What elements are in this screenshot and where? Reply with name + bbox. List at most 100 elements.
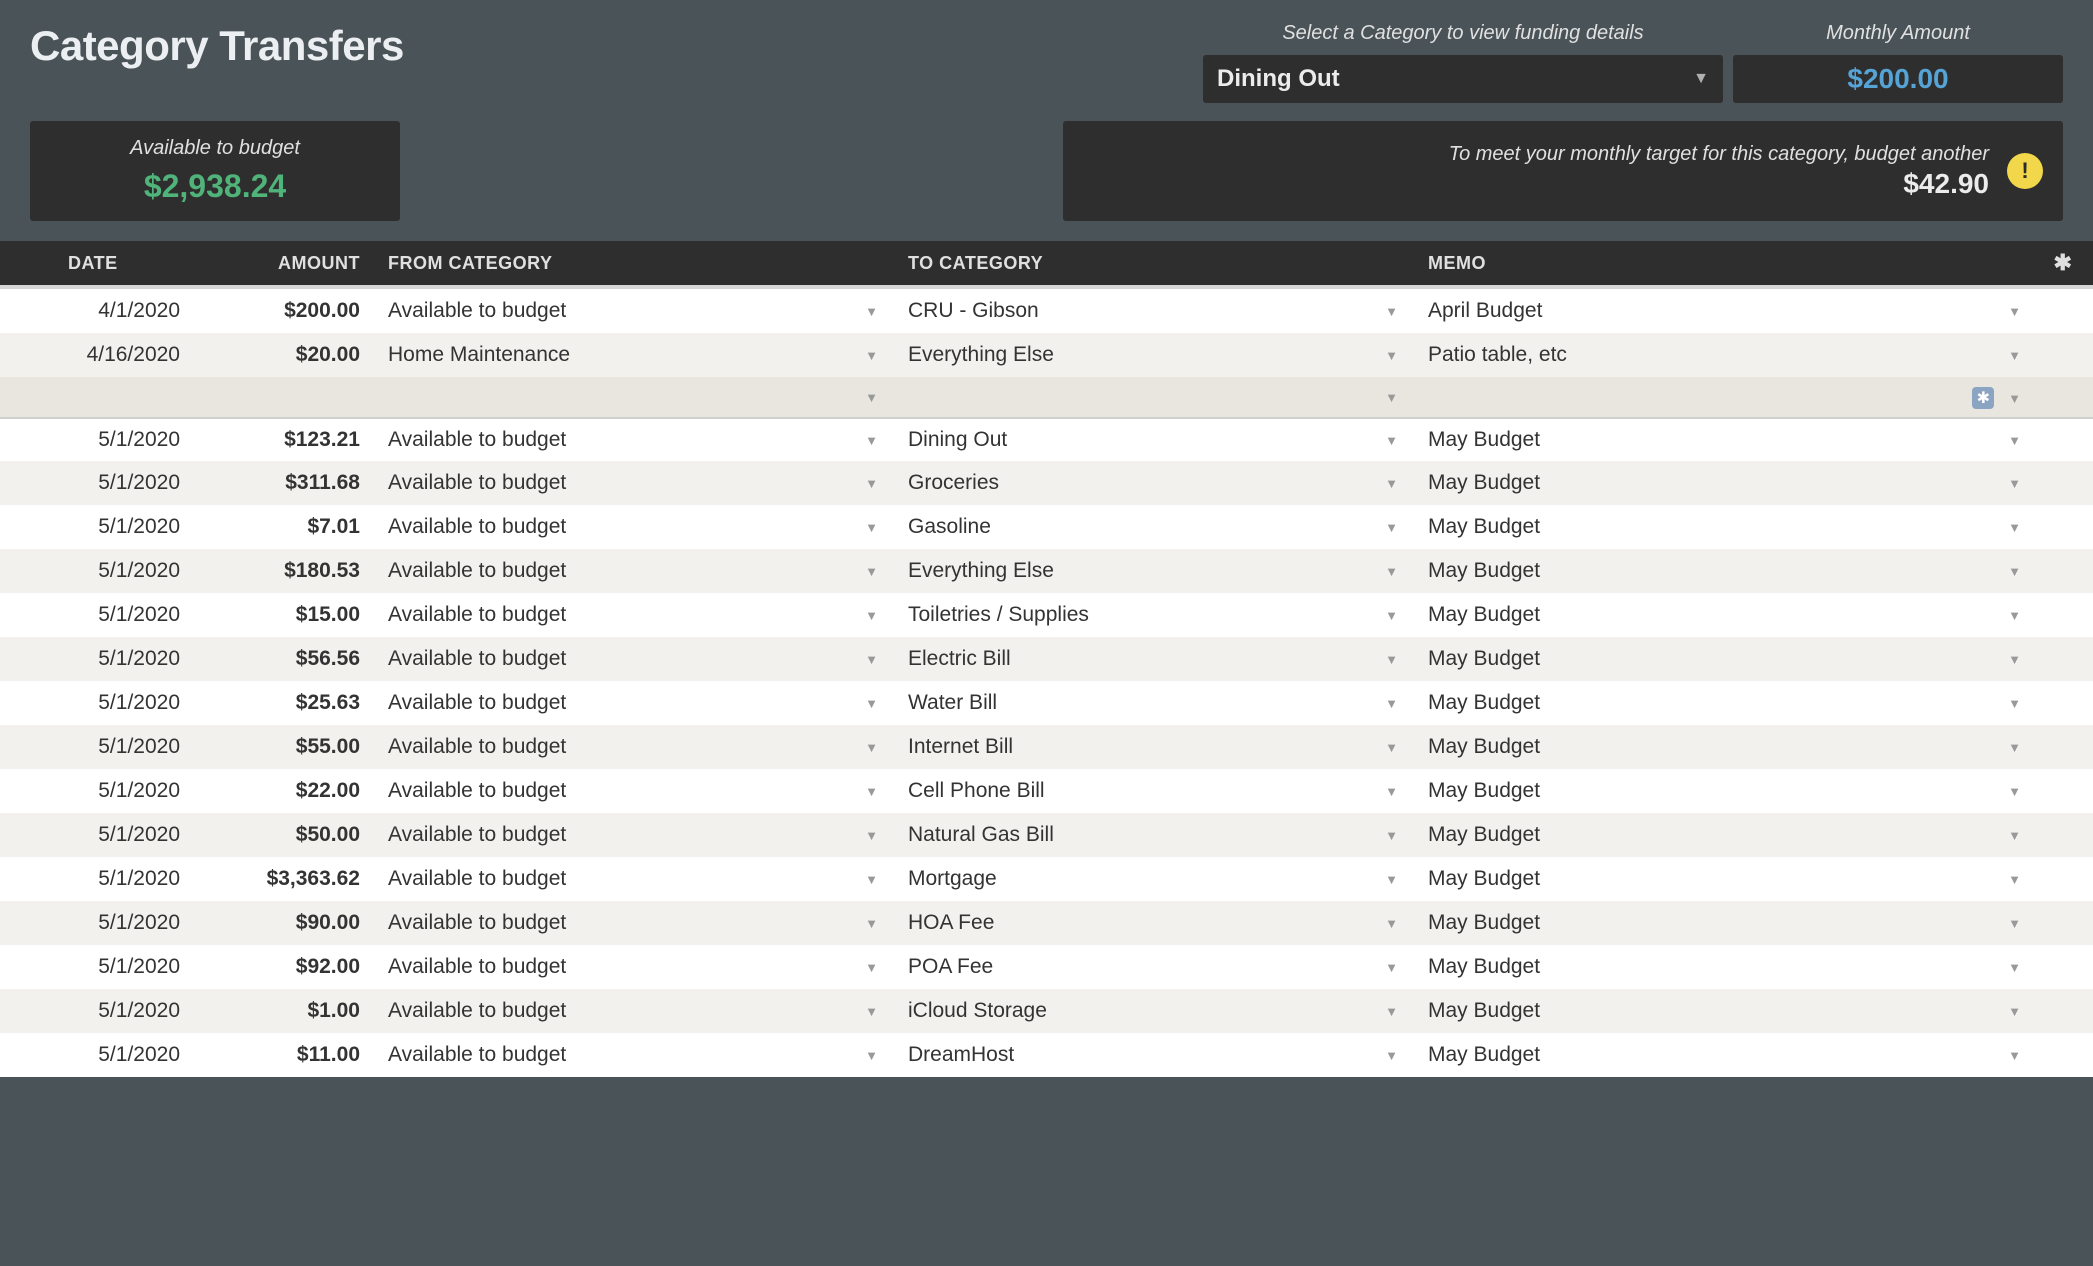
cell-date[interactable]: 5/1/2020 <box>0 603 190 627</box>
column-header-from[interactable]: FROM CATEGORY <box>370 253 890 274</box>
cell-to-dropdown[interactable]: Everything Else▼ <box>890 343 1410 367</box>
cell-memo-dropdown[interactable]: Patio table, etc▼ <box>1410 343 2033 367</box>
cell-to-dropdown[interactable]: HOA Fee▼ <box>890 911 1410 935</box>
cell-memo-dropdown[interactable]: May Budget▼ <box>1410 955 2033 979</box>
cell-date[interactable]: 5/1/2020 <box>0 867 190 891</box>
cell-to-dropdown[interactable]: DreamHost▼ <box>890 1043 1410 1067</box>
cell-date[interactable]: 5/1/2020 <box>0 779 190 803</box>
table-row[interactable]: 5/1/2020$25.63Available to budget▼Water … <box>0 681 2093 725</box>
cell-amount[interactable]: $1.00 <box>190 999 370 1023</box>
cell-from-dropdown[interactable]: Available to budget▼ <box>370 779 890 803</box>
category-select[interactable]: Dining Out ▼ <box>1203 55 1723 103</box>
cell-from-dropdown[interactable]: ▼ <box>370 390 890 405</box>
cell-to-dropdown[interactable]: Gasoline▼ <box>890 515 1410 539</box>
cell-to-dropdown[interactable]: Groceries▼ <box>890 471 1410 495</box>
cell-amount[interactable]: $90.00 <box>190 911 370 935</box>
column-header-amount[interactable]: AMOUNT <box>190 253 370 274</box>
cell-amount[interactable]: $3,363.62 <box>190 867 370 891</box>
cell-amount[interactable]: $92.00 <box>190 955 370 979</box>
cell-to-dropdown[interactable]: Toiletries / Supplies▼ <box>890 603 1410 627</box>
cell-date[interactable]: 4/16/2020 <box>0 343 190 367</box>
cell-date[interactable]: 5/1/2020 <box>0 1043 190 1067</box>
cell-memo-dropdown[interactable]: May Budget▼ <box>1410 603 2033 627</box>
table-row[interactable]: 5/1/2020$311.68Available to budget▼Groce… <box>0 461 2093 505</box>
cell-memo-dropdown[interactable]: May Budget▼ <box>1410 779 2033 803</box>
column-header-to[interactable]: TO CATEGORY <box>890 253 1410 274</box>
cell-amount[interactable]: $123.21 <box>190 428 370 452</box>
cell-memo-dropdown[interactable]: May Budget▼ <box>1410 691 2033 715</box>
cell-from-dropdown[interactable]: Available to budget▼ <box>370 647 890 671</box>
table-row[interactable]: 4/1/2020$200.00Available to budget▼CRU -… <box>0 289 2093 333</box>
cell-from-dropdown[interactable]: Available to budget▼ <box>370 867 890 891</box>
cell-amount[interactable]: $25.63 <box>190 691 370 715</box>
cell-to-dropdown[interactable]: Mortgage▼ <box>890 867 1410 891</box>
cell-date[interactable]: 4/1/2020 <box>0 299 190 323</box>
table-row[interactable]: 4/16/2020$20.00Home Maintenance▼Everythi… <box>0 333 2093 377</box>
cell-to-dropdown[interactable]: Dining Out▼ <box>890 428 1410 452</box>
cell-amount[interactable]: $311.68 <box>190 471 370 495</box>
cell-amount[interactable]: $11.00 <box>190 1043 370 1067</box>
table-row[interactable]: 5/1/2020$7.01Available to budget▼Gasolin… <box>0 505 2093 549</box>
cell-memo-dropdown[interactable]: May Budget▼ <box>1410 515 2033 539</box>
cell-amount[interactable]: $200.00 <box>190 299 370 323</box>
cell-memo-dropdown[interactable]: April Budget▼ <box>1410 299 2033 323</box>
cell-date[interactable]: 5/1/2020 <box>0 823 190 847</box>
table-row[interactable]: 5/1/2020$50.00Available to budget▼Natura… <box>0 813 2093 857</box>
cell-to-dropdown[interactable]: Water Bill▼ <box>890 691 1410 715</box>
cell-date[interactable]: 5/1/2020 <box>0 955 190 979</box>
cell-from-dropdown[interactable]: Available to budget▼ <box>370 559 890 583</box>
column-header-star[interactable]: ✱ <box>2033 250 2093 276</box>
table-row[interactable]: 5/1/2020$15.00Available to budget▼Toilet… <box>0 593 2093 637</box>
table-row[interactable]: 5/1/2020$92.00Available to budget▼POA Fe… <box>0 945 2093 989</box>
cell-date[interactable]: 5/1/2020 <box>0 691 190 715</box>
table-row[interactable]: 5/1/2020$56.56Available to budget▼Electr… <box>0 637 2093 681</box>
cell-from-dropdown[interactable]: Available to budget▼ <box>370 471 890 495</box>
cell-from-dropdown[interactable]: Available to budget▼ <box>370 299 890 323</box>
cell-to-dropdown[interactable]: Internet Bill▼ <box>890 735 1410 759</box>
cell-to-dropdown[interactable]: Natural Gas Bill▼ <box>890 823 1410 847</box>
cell-memo-dropdown[interactable]: May Budget▼ <box>1410 647 2033 671</box>
cell-from-dropdown[interactable]: Available to budget▼ <box>370 603 890 627</box>
cell-to-dropdown[interactable]: iCloud Storage▼ <box>890 999 1410 1023</box>
cell-date[interactable]: 5/1/2020 <box>0 999 190 1023</box>
cell-memo-dropdown[interactable]: May Budget▼ <box>1410 999 2033 1023</box>
cell-date[interactable]: 5/1/2020 <box>0 647 190 671</box>
table-row[interactable]: 5/1/2020$3,363.62Available to budget▼Mor… <box>0 857 2093 901</box>
cell-memo-dropdown[interactable]: May Budget▼ <box>1410 735 2033 759</box>
cell-amount[interactable]: $7.01 <box>190 515 370 539</box>
table-row[interactable]: 5/1/2020$123.21Available to budget▼Dinin… <box>0 417 2093 461</box>
table-row[interactable]: 5/1/2020$90.00Available to budget▼HOA Fe… <box>0 901 2093 945</box>
cell-date[interactable]: 5/1/2020 <box>0 515 190 539</box>
cell-to-dropdown[interactable]: Everything Else▼ <box>890 559 1410 583</box>
star-badge-icon[interactable]: ✱ <box>1972 387 1994 409</box>
cell-to-dropdown[interactable]: Cell Phone Bill▼ <box>890 779 1410 803</box>
cell-memo[interactable]: ✱ ▼ <box>1410 385 2033 409</box>
cell-date[interactable]: 5/1/2020 <box>0 911 190 935</box>
table-row[interactable]: 5/1/2020$1.00Available to budget▼iCloud … <box>0 989 2093 1033</box>
cell-from-dropdown[interactable]: Available to budget▼ <box>370 999 890 1023</box>
cell-memo-dropdown[interactable]: May Budget▼ <box>1410 428 2033 452</box>
cell-amount[interactable]: $180.53 <box>190 559 370 583</box>
cell-to-dropdown[interactable]: POA Fee▼ <box>890 955 1410 979</box>
cell-to-dropdown[interactable]: ▼ <box>890 390 1410 405</box>
cell-from-dropdown[interactable]: Available to budget▼ <box>370 911 890 935</box>
table-row[interactable]: 5/1/2020$180.53Available to budget▼Every… <box>0 549 2093 593</box>
cell-from-dropdown[interactable]: Available to budget▼ <box>370 515 890 539</box>
cell-from-dropdown[interactable]: Available to budget▼ <box>370 1043 890 1067</box>
cell-from-dropdown[interactable]: Available to budget▼ <box>370 691 890 715</box>
cell-from-dropdown[interactable]: Available to budget▼ <box>370 735 890 759</box>
column-header-memo[interactable]: MEMO <box>1410 253 2033 274</box>
cell-memo-dropdown[interactable]: May Budget▼ <box>1410 559 2033 583</box>
table-row[interactable]: 5/1/2020$11.00Available to budget▼DreamH… <box>0 1033 2093 1077</box>
cell-to-dropdown[interactable]: CRU - Gibson▼ <box>890 299 1410 323</box>
table-row[interactable]: 5/1/2020$22.00Available to budget▼Cell P… <box>0 769 2093 813</box>
cell-amount[interactable]: $55.00 <box>190 735 370 759</box>
cell-from-dropdown[interactable]: Available to budget▼ <box>370 823 890 847</box>
cell-amount[interactable]: $50.00 <box>190 823 370 847</box>
table-row[interactable]: 5/1/2020$55.00Available to budget▼Intern… <box>0 725 2093 769</box>
cell-from-dropdown[interactable]: Available to budget▼ <box>370 428 890 452</box>
cell-memo-dropdown[interactable]: May Budget▼ <box>1410 911 2033 935</box>
cell-from-dropdown[interactable]: Available to budget▼ <box>370 955 890 979</box>
cell-amount[interactable]: $22.00 <box>190 779 370 803</box>
column-header-date[interactable]: DATE <box>0 253 190 274</box>
